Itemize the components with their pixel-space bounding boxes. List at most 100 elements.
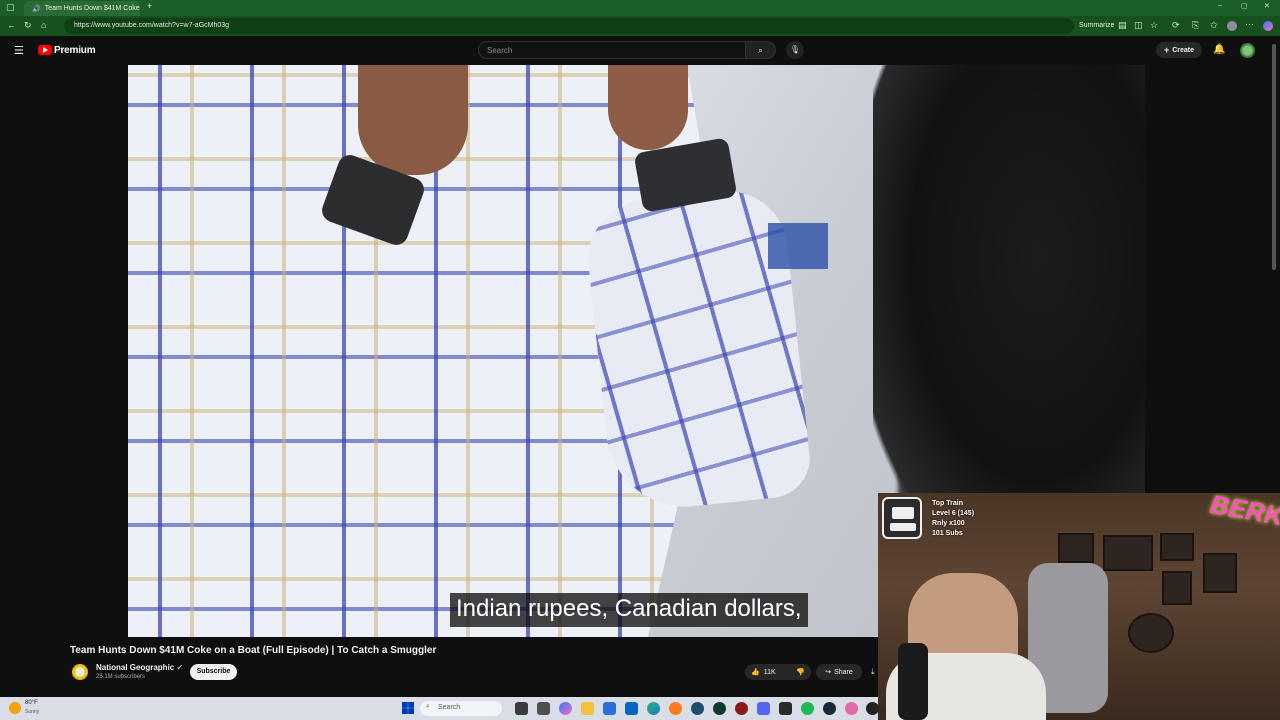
search-input[interactable]: Search — [478, 41, 746, 59]
create-label: Create — [1172, 46, 1195, 54]
channel-name-text: National Geographic — [96, 663, 175, 672]
youtube-logo-text[interactable]: Premium — [54, 45, 96, 56]
streamer-webcam-overlay: Top Train Level 6 (145) Rnly x100 101 Su… — [878, 493, 1280, 720]
create-button[interactable]: + Create — [1156, 42, 1202, 58]
share-label: Share — [834, 668, 853, 676]
url-text: https://www.youtube.com/watch?v=w7-aGcMh… — [74, 22, 230, 29]
wall-frame — [1103, 535, 1153, 571]
taskbar-search-input[interactable]: ⌕ Search — [420, 701, 502, 716]
search-icon: ⌕ — [757, 45, 764, 55]
spotify-icon[interactable] — [801, 702, 814, 715]
url-input[interactable]: https://www.youtube.com/watch?v=w7-aGcMh… — [64, 18, 1074, 34]
taskbar-search-icon: ⌕ — [426, 703, 430, 710]
discord-icon[interactable] — [757, 702, 770, 715]
browser-tab-bar: ▢ 🔊 Team Hunts Down $41M Coke ✕ + – ▢ ✕ — [0, 0, 1280, 16]
window-maximize-icon[interactable]: ▢ — [1241, 2, 1248, 10]
train-icon — [882, 497, 922, 539]
video-title: Team Hunts Down $41M Coke on a Boat (Ful… — [70, 645, 437, 656]
wall-frame — [1128, 613, 1174, 653]
train-window — [892, 507, 914, 519]
copilot-app-icon[interactable] — [559, 702, 572, 715]
home-icon[interactable]: ⌂ — [41, 20, 46, 30]
youtube-logo-icon[interactable] — [38, 45, 52, 55]
app-icon[interactable] — [779, 702, 792, 715]
tab-actions-icon[interactable]: ▢ — [6, 2, 15, 13]
more-options-icon[interactable]: ··· — [1245, 19, 1254, 29]
like-icon[interactable]: 👍 — [751, 668, 760, 676]
subscriber-count: 25.1M subscribers — [96, 674, 146, 680]
search-button[interactable]: ⌕ — [745, 41, 776, 59]
train-line: Rnly x100 — [932, 520, 965, 527]
sync-icon[interactable]: ⟳ — [1172, 20, 1180, 31]
edge-browser-icon[interactable] — [647, 702, 660, 715]
summarize-button[interactable]: Summarize — [1079, 22, 1114, 29]
split-view-icon[interactable]: ⎘ — [1192, 20, 1199, 31]
task-view-icon[interactable] — [515, 702, 528, 715]
favorites-icon[interactable]: ✩ — [1210, 20, 1218, 31]
app-icon[interactable] — [845, 702, 858, 715]
tab-title: Team Hunts Down $41M Coke — [44, 5, 140, 12]
train-line: Level 6 (145) — [932, 510, 975, 517]
download-icon[interactable]: ⤓ — [871, 667, 875, 677]
window-close-icon[interactable]: ✕ — [1264, 2, 1270, 10]
app-icon[interactable] — [691, 702, 704, 715]
reader-icon[interactable]: ▤ — [1118, 20, 1127, 31]
subscribe-button[interactable]: Subscribe — [190, 664, 237, 680]
wall-frame — [1058, 533, 1094, 563]
audio-playing-icon[interactable]: 🔊 — [32, 5, 41, 13]
account-avatar[interactable] — [1240, 43, 1255, 58]
wall-frame — [1203, 553, 1237, 593]
windows-start-icon[interactable] — [402, 702, 414, 714]
browser-address-bar: ← ↻ ⌂ https://www.youtube.com/watch?v=w7… — [0, 16, 1280, 36]
wall-frame — [1162, 571, 1192, 605]
hamburger-menu-icon[interactable]: ☰ — [14, 44, 24, 57]
steam-icon[interactable] — [823, 702, 836, 715]
train-line: 101 Subs — [932, 530, 963, 537]
share-arrow-icon: ↪ — [825, 669, 832, 676]
video-frame-hand-left — [358, 65, 468, 175]
microphone-arm — [898, 643, 928, 720]
extensions-icon[interactable]: ◫ — [1134, 20, 1143, 31]
train-stats: Top Train Level 6 (145) Rnly x100 101 Su… — [932, 499, 974, 539]
streamer-logo: BERK — [1208, 493, 1280, 532]
weather-condition[interactable]: Sunny — [25, 709, 39, 715]
taskbar-search-placeholder: Search — [438, 704, 461, 711]
copilot-icon[interactable] — [1263, 21, 1273, 31]
share-button[interactable]: ↪ Share — [816, 664, 862, 680]
outlook-icon[interactable] — [625, 702, 638, 715]
train-base — [890, 523, 916, 531]
refresh-icon[interactable]: ↻ — [24, 20, 32, 31]
channel-name[interactable]: National Geographic ✔ — [96, 663, 183, 672]
dislike-icon[interactable]: 👎 — [796, 668, 805, 676]
video-caption: Indian rupees, Canadian dollars, — [450, 593, 808, 627]
microphone-icon: 🎙 — [789, 45, 801, 54]
app-icon[interactable] — [735, 702, 748, 715]
voice-search-button[interactable]: 🎙 — [786, 41, 804, 59]
wall-frame — [1160, 533, 1194, 561]
app-icon[interactable] — [713, 702, 726, 715]
like-count[interactable]: 11K — [764, 669, 776, 676]
weather-sun-icon[interactable] — [9, 702, 21, 714]
video-frame-hand-right — [608, 65, 688, 150]
favorite-star-icon[interactable]: ☆ — [1150, 20, 1158, 31]
train-line: Top Train — [932, 500, 963, 507]
verified-check-icon: ✔ — [176, 663, 184, 672]
weather-temperature[interactable]: 80°F — [25, 700, 38, 706]
video-frame-head — [873, 65, 1145, 545]
firefox-icon[interactable] — [669, 702, 682, 715]
widgets-icon[interactable] — [537, 702, 550, 715]
video-frame-sign — [768, 223, 828, 269]
plus-icon: + — [1163, 45, 1170, 55]
obs-icon[interactable] — [866, 702, 879, 715]
like-dislike-group: 👍 11K 👎 — [745, 664, 811, 680]
profile-avatar[interactable] — [1227, 21, 1237, 31]
browser-tab-active[interactable]: 🔊 Team Hunts Down $41M Coke ✕ — [24, 1, 140, 16]
file-explorer-icon[interactable] — [581, 702, 594, 715]
notifications-bell-icon[interactable]: 🔔 — [1213, 44, 1225, 55]
channel-avatar[interactable] — [72, 664, 88, 680]
new-tab-icon[interactable]: + — [147, 1, 152, 11]
back-arrow-icon[interactable]: ← — [7, 20, 16, 30]
page-scrollbar[interactable] — [1272, 44, 1276, 270]
window-minimize-icon[interactable]: – — [1218, 2, 1222, 9]
store-icon[interactable] — [603, 702, 616, 715]
